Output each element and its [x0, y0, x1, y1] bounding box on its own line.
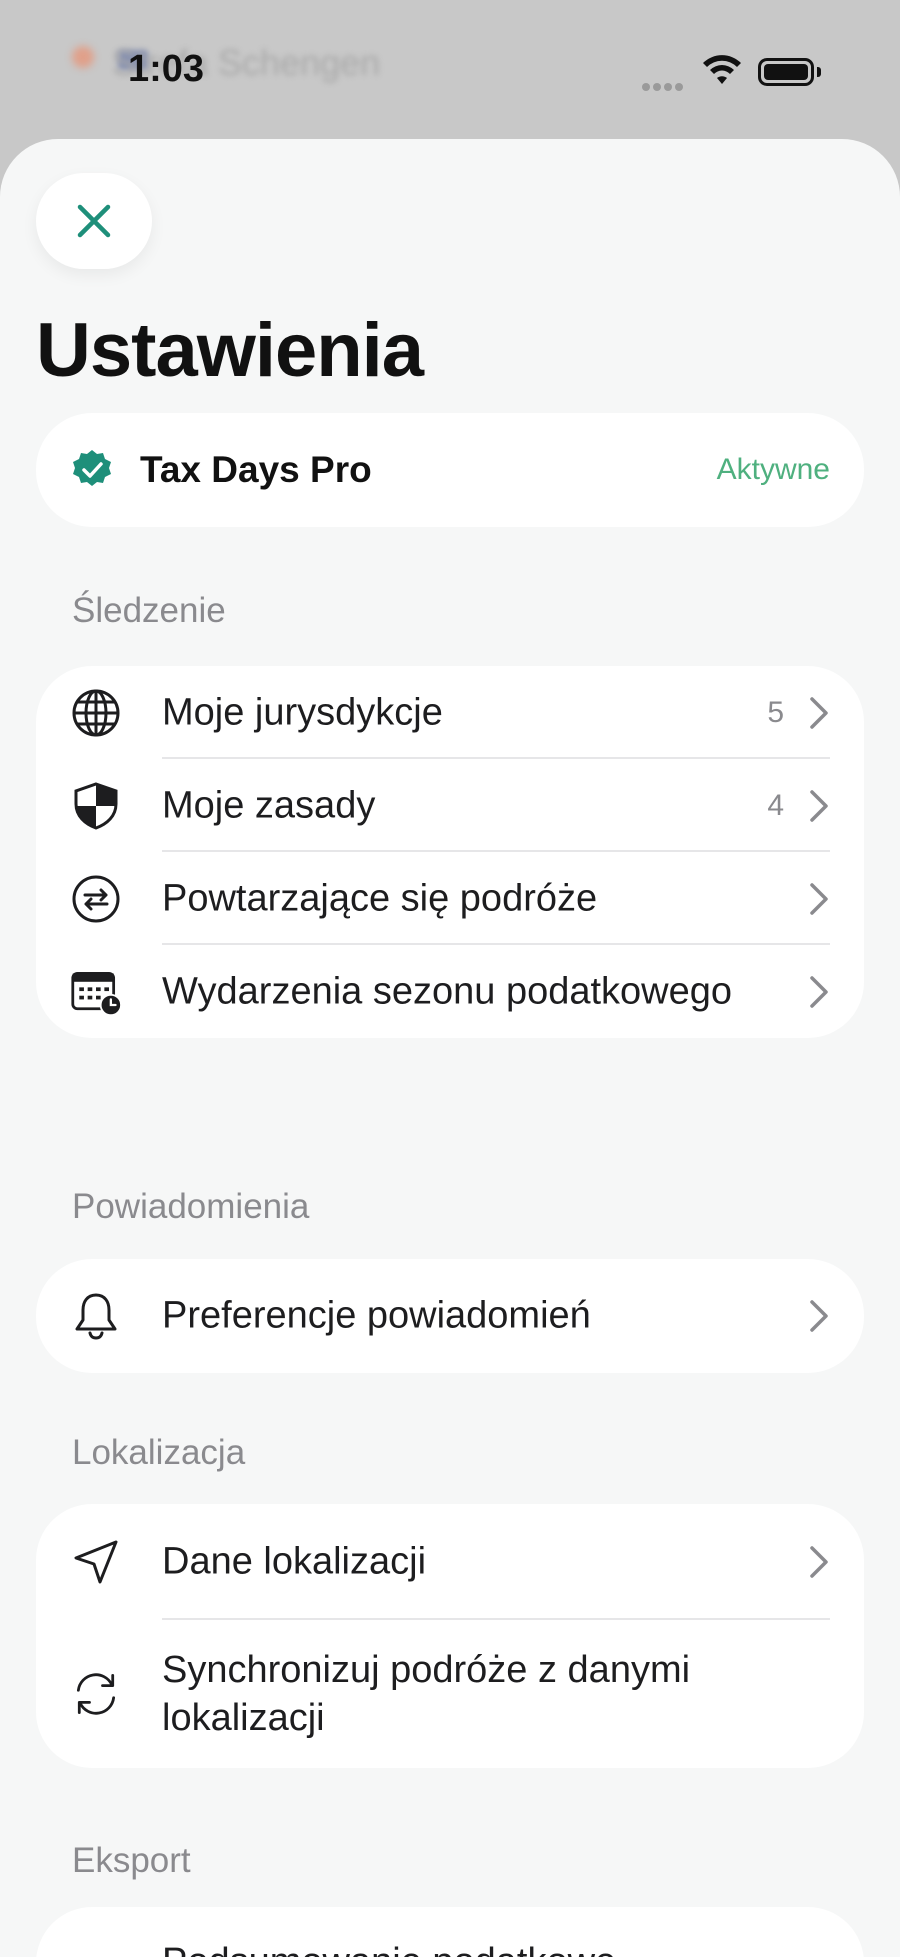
- row-count: 4: [767, 788, 784, 822]
- chevron-right-icon: [810, 1546, 828, 1578]
- close-button[interactable]: [36, 173, 152, 269]
- row-location-data[interactable]: Dane lokalizacji: [36, 1504, 864, 1620]
- section-header-tracking: Śledzenie: [72, 591, 226, 630]
- battery-tip: [817, 67, 821, 77]
- row-count: 5: [767, 695, 784, 729]
- row-label: Dane lokalizacji: [162, 1540, 427, 1583]
- cellular-signal-icon: [642, 78, 686, 96]
- verified-badge-icon: [73, 450, 111, 486]
- row-label: Moje jurysdykcje: [162, 691, 443, 733]
- globe-icon: [70, 687, 122, 739]
- chevron-right-icon: [810, 882, 828, 915]
- row-label: Podsumowanie podatkowe: [162, 1941, 616, 1957]
- chevron-right-icon: [810, 696, 828, 729]
- row-label: Powtarzające się podróże: [162, 877, 598, 919]
- section-header-location: Lokalizacja: [72, 1433, 246, 1472]
- row-rules[interactable]: Moje zasady 4: [36, 759, 864, 852]
- battery-icon: [758, 58, 814, 86]
- chevron-right-icon: [810, 789, 828, 822]
- shield-icon: [70, 780, 122, 832]
- row-jurisdictions[interactable]: Moje jurysdykcje 5: [36, 666, 864, 759]
- row-notification-preferences[interactable]: Preferencje powiadomień: [36, 1259, 864, 1373]
- pro-status-badge: Aktywne: [716, 453, 830, 486]
- bell-icon: [70, 1290, 122, 1342]
- location-card: Dane lokalizacji Synchronizuj podróże z …: [36, 1504, 864, 1768]
- location-arrow-icon: [70, 1536, 122, 1588]
- row-tax-summary[interactable]: Podsumowanie podatkowe: [36, 1907, 864, 1957]
- status-bar: 1:03: [0, 0, 900, 140]
- pro-subscription-card[interactable]: Tax Days Pro Aktywne: [36, 413, 864, 527]
- sync-icon: [70, 1668, 122, 1720]
- pro-label: Tax Days Pro: [140, 449, 372, 490]
- notifications-card: Preferencje powiadomień: [36, 1259, 864, 1373]
- settings-sheet: Ustawienia Tax Days Pro Aktywne Śledzeni…: [0, 139, 900, 1957]
- section-header-export: Eksport: [72, 1841, 191, 1880]
- wifi-icon: [703, 55, 741, 84]
- tracking-card: Moje jurysdykcje 5 Moje zasady 4 Powtarz…: [36, 666, 864, 1038]
- repeat-icon: [70, 873, 122, 925]
- row-label: Wydarzenia sezonu podatkowego: [162, 970, 733, 1012]
- calendar-clock-icon: [70, 966, 122, 1018]
- chevron-right-icon: [810, 975, 828, 1008]
- export-card: Podsumowanie podatkowe: [36, 1907, 864, 1957]
- row-label: Synchronizuj podróże z danymi lokalizacj…: [162, 1649, 691, 1739]
- close-icon: [77, 204, 111, 238]
- row-label: Moje zasady: [162, 784, 376, 826]
- row-recurring-trips[interactable]: Powtarzające się podróże: [36, 852, 864, 945]
- row-tax-season-events[interactable]: Wydarzenia sezonu podatkowego: [36, 945, 864, 1038]
- chevron-right-icon: [810, 1300, 828, 1332]
- status-time: 1:03: [128, 48, 205, 90]
- row-sync-trips[interactable]: Synchronizuj podróże z danymi lokalizacj…: [36, 1620, 864, 1768]
- page-title: Ustawienia: [36, 308, 424, 393]
- row-label: Preferencje powiadomień: [162, 1294, 591, 1337]
- section-header-notifications: Powiadomienia: [72, 1187, 310, 1226]
